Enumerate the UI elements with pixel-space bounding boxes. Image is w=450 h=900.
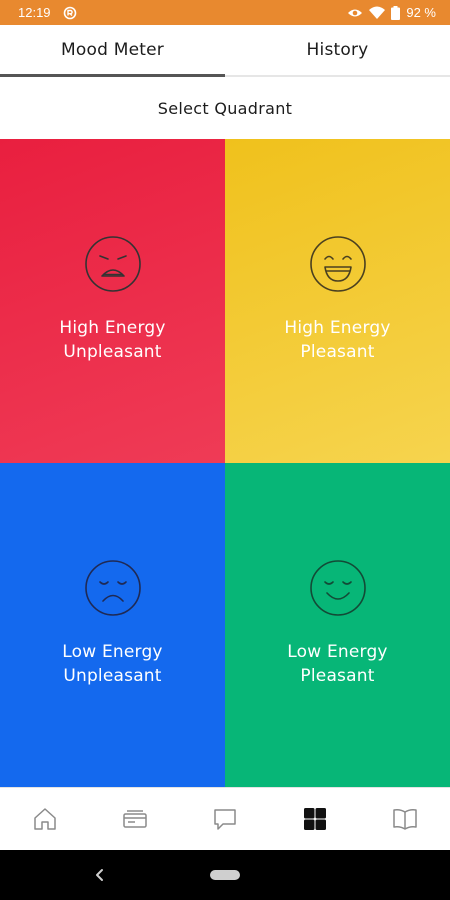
quadrant-high-energy-pleasant[interactable]: High Energy Pleasant	[225, 139, 450, 463]
quadrant-low-energy-unpleasant[interactable]: Low Energy Unpleasant	[0, 463, 225, 787]
quadrant-label: High Energy Unpleasant	[59, 318, 166, 362]
back-chevron-icon[interactable]	[92, 867, 108, 883]
nav-cards[interactable]	[105, 789, 165, 849]
status-bar: 12:19 92 %	[0, 0, 450, 25]
book-icon	[393, 809, 417, 830]
battery-percent: 92 %	[406, 5, 436, 20]
battery-icon	[391, 5, 401, 20]
nav-home[interactable]	[15, 789, 75, 849]
calm-smile-face-icon	[309, 560, 366, 616]
nav-book[interactable]	[375, 789, 435, 849]
home-icon	[34, 808, 56, 830]
nav-mood-meter[interactable]	[285, 789, 345, 849]
bottom-navigation	[0, 787, 450, 850]
tab-bar: Mood Meter History	[0, 25, 450, 77]
grinning-face-icon	[309, 236, 366, 292]
eye-icon	[347, 7, 363, 19]
status-time: 12:19	[18, 5, 51, 20]
distressed-face-icon	[84, 236, 141, 292]
quadrant-grid: High Energy Unpleasant High Energy Pleas…	[0, 139, 450, 787]
quadrant-label: Low Energy Unpleasant	[62, 642, 163, 686]
quadrant-label: High Energy Pleasant	[284, 318, 391, 362]
quadrant-label: Low Energy Pleasant	[287, 642, 388, 686]
tab-mood-meter[interactable]: Mood Meter	[0, 25, 225, 77]
home-pill[interactable]	[210, 870, 240, 880]
cards-icon	[123, 810, 147, 828]
nav-chat[interactable]	[195, 789, 255, 849]
wifi-icon	[369, 6, 386, 19]
page-subtitle: Select Quadrant	[157, 98, 293, 118]
quadrant-low-energy-pleasant[interactable]: Low Energy Pleasant	[225, 463, 450, 787]
mood-meter-grid-icon	[304, 808, 326, 830]
app-notification-icon	[63, 6, 77, 20]
chat-icon	[214, 809, 236, 830]
quadrant-high-energy-unpleasant[interactable]: High Energy Unpleasant	[0, 139, 225, 463]
tab-history[interactable]: History	[225, 25, 450, 75]
system-navigation-bar	[0, 850, 450, 900]
sad-face-icon	[84, 560, 141, 616]
